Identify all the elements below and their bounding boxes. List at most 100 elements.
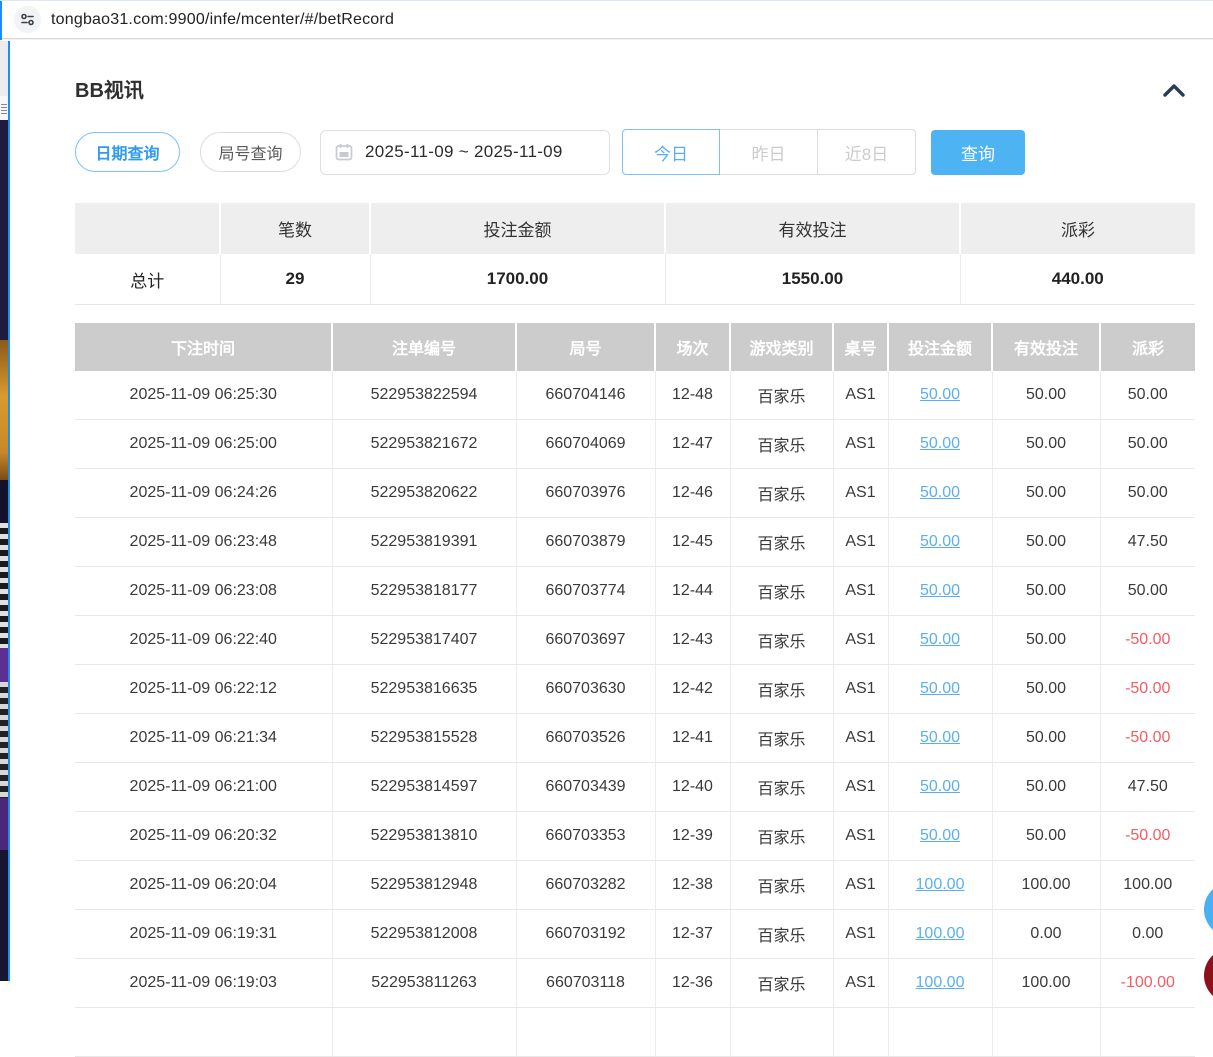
- col-table-no: 桌号: [833, 323, 888, 371]
- cell-bet: 50.00: [888, 665, 992, 714]
- cell-bet_id: 522953817407: [332, 616, 516, 665]
- cell-round: 660703976: [516, 469, 655, 518]
- cell-time: 2025-11-09 06:24:26: [75, 469, 332, 518]
- cell-bet: 50.00: [888, 518, 992, 567]
- cell-valid: 0.00: [992, 910, 1100, 959]
- quick-today-button[interactable]: 今日: [622, 129, 720, 175]
- tab-date-query[interactable]: 日期查询: [75, 132, 180, 172]
- cell-valid: 50.00: [992, 371, 1100, 420]
- cell-time: 2025-11-09 06:23:48: [75, 518, 332, 567]
- date-range-picker[interactable]: 2025-11-09 ~ 2025-11-09: [320, 130, 610, 175]
- table-row-partial: [75, 1008, 1195, 1057]
- cell-time: 2025-11-09 06:22:40: [75, 616, 332, 665]
- cell-game: 百家乐: [730, 714, 833, 763]
- search-button[interactable]: 查询: [931, 130, 1025, 175]
- cell-game: 百家乐: [730, 616, 833, 665]
- cell-time: 2025-11-09 06:21:00: [75, 763, 332, 812]
- quick-last8-button[interactable]: 近8日: [818, 129, 916, 175]
- table-row: 2025-11-09 06:20:04522953812948660703282…: [75, 861, 1195, 910]
- col-round-no: 局号: [516, 323, 655, 371]
- chevron-up-icon: [1161, 79, 1187, 103]
- cell-round: 660703697: [516, 616, 655, 665]
- table-row: 2025-11-09 06:25:30522953822594660704146…: [75, 371, 1195, 420]
- cell-session: 12-39: [655, 812, 730, 861]
- cell-table_no: AS1: [833, 861, 888, 910]
- bet-amount-link[interactable]: 50.00: [920, 778, 960, 795]
- bet-amount-link[interactable]: 50.00: [920, 729, 960, 746]
- col-game-type: 游戏类别: [730, 323, 833, 371]
- cell-session: 12-48: [655, 371, 730, 420]
- bet-amount-link[interactable]: 50.00: [920, 582, 960, 599]
- bet-amount-link[interactable]: 50.00: [920, 680, 960, 697]
- cell-table_no: AS1: [833, 910, 888, 959]
- table-row: 2025-11-09 06:19:03522953811263660703118…: [75, 959, 1195, 1008]
- summary-total-row: 总计 29 1700.00 1550.00 440.00: [75, 254, 1195, 305]
- bet-amount-link[interactable]: 100.00: [916, 974, 965, 991]
- page-title: BB视讯: [75, 80, 144, 102]
- cell-payout: 50.00: [1100, 420, 1195, 469]
- bet-amount-link[interactable]: 50.00: [920, 533, 960, 550]
- background-menu-icon: [1, 104, 7, 114]
- cell-bet_id: 522953812948: [332, 861, 516, 910]
- cell-table_no: AS1: [833, 420, 888, 469]
- cell-bet_id: 522953818177: [332, 567, 516, 616]
- floating-promo-button[interactable]: [1204, 948, 1213, 1003]
- cell-valid: 50.00: [992, 616, 1100, 665]
- cell-table_no: AS1: [833, 469, 888, 518]
- cell-round: 660703526: [516, 714, 655, 763]
- url-text[interactable]: tongbao31.com:9900/infe/mcenter/#/betRec…: [51, 11, 394, 29]
- bet-amount-link[interactable]: 50.00: [920, 484, 960, 501]
- bet-amount-link[interactable]: 50.00: [920, 631, 960, 648]
- cell-table_no: AS1: [833, 567, 888, 616]
- cell-valid: 50.00: [992, 518, 1100, 567]
- table-row: 2025-11-09 06:23:08522953818177660703774…: [75, 567, 1195, 616]
- summary-total-label: 总计: [75, 254, 220, 305]
- cell-round: 660703282: [516, 861, 655, 910]
- cell-valid: 100.00: [992, 959, 1100, 1008]
- site-controls-icon[interactable]: [14, 6, 41, 33]
- cell-session: 12-38: [655, 861, 730, 910]
- cell-payout: 0.00: [1100, 910, 1195, 959]
- cell-round: 660704069: [516, 420, 655, 469]
- bet-amount-link[interactable]: 50.00: [920, 435, 960, 452]
- cell-game: 百家乐: [730, 371, 833, 420]
- table-row: 2025-11-09 06:19:31522953812008660703192…: [75, 910, 1195, 959]
- quick-yesterday-button[interactable]: 昨日: [720, 129, 818, 175]
- browser-address-bar[interactable]: tongbao31.com:9900/infe/mcenter/#/betRec…: [0, 0, 1213, 39]
- bet-amount-link[interactable]: 100.00: [916, 925, 965, 942]
- cell-valid: 50.00: [992, 763, 1100, 812]
- cell-table_no: AS1: [833, 812, 888, 861]
- cell-time: 2025-11-09 06:25:00: [75, 420, 332, 469]
- date-range-value[interactable]: 2025-11-09 ~ 2025-11-09: [365, 142, 563, 162]
- background-window-strip: [0, 41, 8, 981]
- cell-time: 2025-11-09 06:25:30: [75, 371, 332, 420]
- tab-round-query[interactable]: 局号查询: [200, 132, 301, 172]
- cell-bet_id: 522953812008: [332, 910, 516, 959]
- cell-table_no: AS1: [833, 518, 888, 567]
- bet-table-header-row: 下注时间 注单编号 局号 场次 游戏类别 桌号 投注金额 有效投注 派彩: [75, 323, 1195, 371]
- filter-toolbar: 日期查询 局号查询 2025-11-09 ~ 2025-11-09 今日 昨日 …: [75, 129, 1195, 175]
- cell-game: 百家乐: [730, 959, 833, 1008]
- col-payout: 派彩: [1100, 323, 1195, 371]
- floating-service-button[interactable]: [1204, 882, 1213, 937]
- cell-table_no: AS1: [833, 959, 888, 1008]
- cell-game: 百家乐: [730, 763, 833, 812]
- cell-game: 百家乐: [730, 910, 833, 959]
- summary-header-count: 笔数: [220, 203, 370, 254]
- summary-table: 笔数 投注金额 有效投注 派彩 总计 29 1700.00 1550.00 44…: [75, 203, 1195, 305]
- cell-table_no: AS1: [833, 763, 888, 812]
- cell-valid: 50.00: [992, 420, 1100, 469]
- bet-amount-link[interactable]: 50.00: [920, 827, 960, 844]
- bet-amount-link[interactable]: 100.00: [916, 876, 965, 893]
- collapse-panel-button[interactable]: [1161, 79, 1187, 103]
- bet-table-body: 2025-11-09 06:25:30522953822594660704146…: [75, 371, 1195, 1057]
- summary-header-row: 笔数 投注金额 有效投注 派彩: [75, 203, 1195, 254]
- cell-bet: 50.00: [888, 616, 992, 665]
- cell-bet: 50.00: [888, 567, 992, 616]
- cell-bet: 100.00: [888, 959, 992, 1008]
- table-row: 2025-11-09 06:25:00522953821672660704069…: [75, 420, 1195, 469]
- cell-time: 2025-11-09 06:19:03: [75, 959, 332, 1008]
- cell-round: 660704146: [516, 371, 655, 420]
- bet-amount-link[interactable]: 50.00: [920, 386, 960, 403]
- cell-bet_id: 522953820622: [332, 469, 516, 518]
